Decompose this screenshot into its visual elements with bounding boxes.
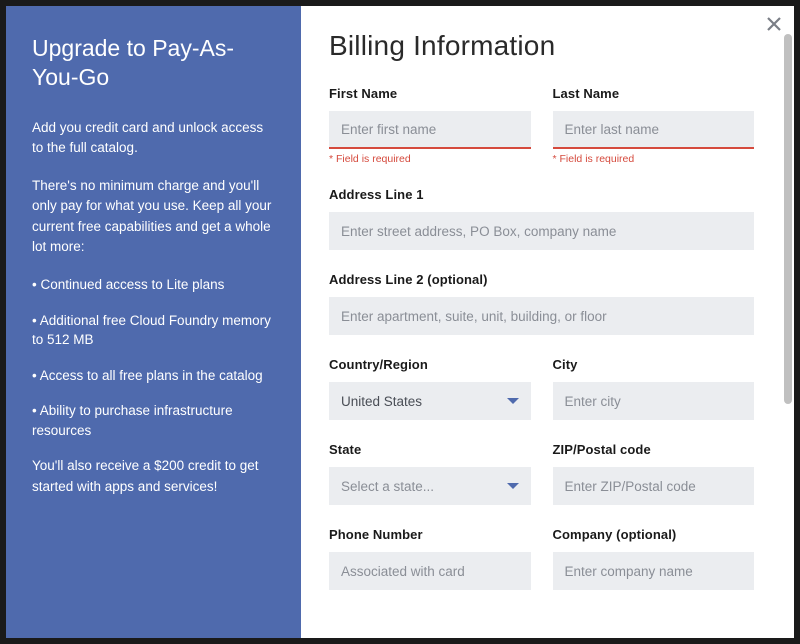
city-field: City xyxy=(553,357,755,420)
company-field: Company (optional) xyxy=(553,527,755,590)
sidebar-bullet: Ability to purchase infrastructure resou… xyxy=(32,401,277,440)
billing-form: Billing Information First Name Field is … xyxy=(301,6,794,638)
last-name-error: Field is required xyxy=(553,153,755,165)
company-label: Company (optional) xyxy=(553,527,755,542)
first-name-error: Field is required xyxy=(329,153,531,165)
zip-field: ZIP/Postal code xyxy=(553,442,755,505)
city-input[interactable] xyxy=(553,382,755,420)
country-label: Country/Region xyxy=(329,357,531,372)
state-select[interactable]: Select a state... xyxy=(329,467,531,505)
first-name-input[interactable] xyxy=(329,111,531,149)
first-name-label: First Name xyxy=(329,86,531,101)
phone-field: Phone Number xyxy=(329,527,531,590)
state-label: State xyxy=(329,442,531,457)
phone-input[interactable] xyxy=(329,552,531,590)
address2-label: Address Line 2 (optional) xyxy=(329,272,754,287)
form-heading: Billing Information xyxy=(329,30,754,62)
zip-input[interactable] xyxy=(553,467,755,505)
state-placeholder: Select a state... xyxy=(341,479,434,494)
sidebar-bullets: Continued access to Lite plans Additiona… xyxy=(32,275,277,440)
address2-input[interactable] xyxy=(329,297,754,335)
phone-label: Phone Number xyxy=(329,527,531,542)
address1-input[interactable] xyxy=(329,212,754,250)
country-value: United States xyxy=(341,394,422,409)
last-name-field: Last Name Field is required xyxy=(553,86,755,165)
state-field: State Select a state... xyxy=(329,442,531,505)
last-name-label: Last Name xyxy=(553,86,755,101)
sidebar-bullet: Access to all free plans in the catalog xyxy=(32,366,277,386)
upgrade-dialog: Upgrade to Pay-As-You-Go Add you credit … xyxy=(6,6,794,638)
first-name-field: First Name Field is required xyxy=(329,86,531,165)
modal-frame: Upgrade to Pay-As-You-Go Add you credit … xyxy=(0,0,800,644)
address1-field: Address Line 1 xyxy=(329,187,754,250)
sidebar-outro: You'll also receive a $200 credit to get… xyxy=(32,456,277,497)
company-input[interactable] xyxy=(553,552,755,590)
address1-label: Address Line 1 xyxy=(329,187,754,202)
sidebar-bullet: Continued access to Lite plans xyxy=(32,275,277,295)
sidebar-intro: Add you credit card and unlock access to… xyxy=(32,118,277,159)
country-field: Country/Region United States xyxy=(329,357,531,420)
sidebar-title: Upgrade to Pay-As-You-Go xyxy=(32,34,277,92)
sidebar-para2: There's no minimum charge and you'll onl… xyxy=(32,176,277,257)
sidebar-bullet: Additional free Cloud Foundry memory to … xyxy=(32,311,277,350)
address2-field: Address Line 2 (optional) xyxy=(329,272,754,335)
city-label: City xyxy=(553,357,755,372)
close-icon xyxy=(764,21,784,38)
country-select[interactable]: United States xyxy=(329,382,531,420)
close-button[interactable] xyxy=(764,14,784,34)
zip-label: ZIP/Postal code xyxy=(553,442,755,457)
last-name-input[interactable] xyxy=(553,111,755,149)
chevron-down-icon xyxy=(507,398,519,404)
chevron-down-icon xyxy=(507,483,519,489)
sidebar: Upgrade to Pay-As-You-Go Add you credit … xyxy=(6,6,301,638)
